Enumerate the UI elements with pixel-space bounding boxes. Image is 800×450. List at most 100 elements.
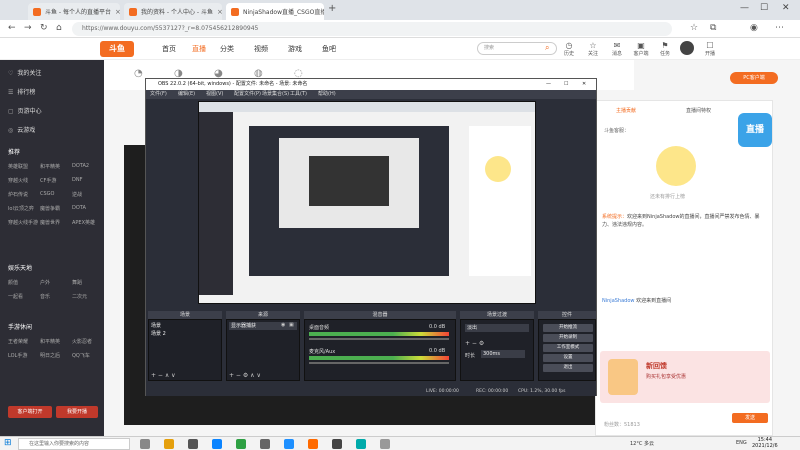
sidebar-category-item[interactable]: 魔兽世界 xyxy=(40,219,60,226)
send-button[interactable]: 发送 xyxy=(732,413,768,423)
app-icon[interactable] xyxy=(308,439,318,449)
edge-browser-icon[interactable] xyxy=(212,439,222,449)
volume-slider[interactable] xyxy=(309,338,449,340)
sidebar-category-item[interactable]: CF手游 xyxy=(40,177,56,184)
sidebar-category-item[interactable]: 一起看 xyxy=(8,293,23,300)
obs-menu-item[interactable]: 编辑(E) xyxy=(178,90,195,99)
sidebar-category-item[interactable]: 和平精英 xyxy=(40,338,60,345)
collections-icon[interactable]: ⧉ xyxy=(710,23,716,33)
sidebar-category-item[interactable]: DOTA2 xyxy=(72,163,89,169)
sidebar-category-item[interactable]: 穿越火线手游 xyxy=(8,219,38,226)
header-task[interactable]: ⚑ 任务 xyxy=(654,41,676,57)
app-icon[interactable] xyxy=(284,439,294,449)
transition-controls[interactable]: + − ⚙ xyxy=(465,340,484,347)
volume-slider[interactable] xyxy=(309,362,449,364)
nav-category[interactable]: 分类 xyxy=(220,44,234,54)
start-streaming-button[interactable]: 开始推流 xyxy=(543,324,593,332)
task-view-icon[interactable] xyxy=(140,439,150,449)
sidebar-category-item[interactable]: 逆战 xyxy=(72,191,82,198)
transition-select[interactable]: 淡出 xyxy=(465,324,529,332)
sidebar-category-item[interactable]: 和平精英 xyxy=(40,163,60,170)
obs-preview-canvas[interactable] xyxy=(198,101,536,304)
promo-banner[interactable]: 新回馈 购买礼包享受优惠 xyxy=(600,351,770,403)
browser-tab[interactable]: 斗鱼 - 每个人的直播平台 × xyxy=(28,3,120,20)
sidebar-category-item[interactable]: APEX英雄 xyxy=(72,219,95,226)
sidebar-category-item[interactable]: lol云顶之弈 xyxy=(8,205,34,212)
sidebar-category-item[interactable]: 穿越火线 xyxy=(8,177,28,184)
sidebar-category-item[interactable]: 明日之后 xyxy=(40,352,60,359)
lock-icon[interactable]: ▣ xyxy=(289,322,294,328)
sidebar-category-item[interactable]: LOL手游 xyxy=(8,352,27,359)
language-indicator[interactable]: ENG xyxy=(736,440,747,446)
taskbar-search-input[interactable]: 在这里输入你要搜索的内容 xyxy=(18,438,130,450)
close-icon[interactable]: × xyxy=(111,8,120,16)
header-client[interactable]: ▣ 客户端 xyxy=(630,41,652,57)
nav-yuba[interactable]: 鱼吧 xyxy=(322,44,336,54)
browser-tab[interactable]: 我的资料 - 个人中心 - 斗鱼 × xyxy=(124,3,222,20)
clock[interactable]: 15:44 2021/12/6 xyxy=(752,437,778,449)
sidebar-category-item[interactable]: CSGO xyxy=(40,191,54,197)
sidebar-category-item[interactable]: 舞蹈 xyxy=(72,279,82,286)
obs-menu-item[interactable]: 帮助(H) xyxy=(318,90,336,99)
scene-controls[interactable]: + − ∧ ∨ xyxy=(151,372,176,379)
settings-button[interactable]: 设置 xyxy=(543,354,593,362)
app-icon[interactable] xyxy=(332,439,342,449)
sidebar-category-item[interactable]: QQ飞车 xyxy=(72,352,90,359)
forward-icon[interactable]: → xyxy=(24,23,32,33)
minimize-icon[interactable]: — xyxy=(740,3,749,13)
minimize-icon[interactable]: — xyxy=(546,79,551,90)
sidebar-category-item[interactable]: 炉石传说 xyxy=(8,191,28,198)
home-icon[interactable]: ⌂ xyxy=(56,23,62,33)
file-explorer-icon[interactable] xyxy=(164,439,174,449)
douyu-logo[interactable]: 斗鱼 xyxy=(100,41,134,57)
sidebar-category-item[interactable]: 英雄联盟 xyxy=(8,163,28,170)
search-icon[interactable]: ⌕ xyxy=(545,43,549,53)
category-icon[interactable]: ◔ xyxy=(134,68,143,79)
app-icon[interactable] xyxy=(236,439,246,449)
maximize-icon[interactable]: ☐ xyxy=(564,79,568,90)
start-broadcast-button[interactable]: 我要开播 xyxy=(56,406,98,418)
new-tab-button[interactable]: + xyxy=(328,3,336,14)
more-icon[interactable]: ⋯ xyxy=(775,23,784,33)
sidebar-item-cloudgame[interactable]: ◎ 云游戏 xyxy=(8,125,35,134)
maximize-icon[interactable]: ☐ xyxy=(760,3,768,13)
eye-icon[interactable]: ◉ xyxy=(281,322,285,328)
sidebar-category-item[interactable]: 火影忍者 xyxy=(72,338,92,345)
sidebar-category-item[interactable]: DOTA xyxy=(72,205,86,211)
floating-logo[interactable]: 直播 xyxy=(738,113,772,147)
back-icon[interactable]: ← xyxy=(8,23,16,33)
weather[interactable]: 12°C 多云 xyxy=(630,440,654,447)
obs-menu-item[interactable]: 文件(F) xyxy=(150,90,167,99)
sidebar-item-rank[interactable]: ☰ 排行榜 xyxy=(8,87,35,96)
nav-video[interactable]: 视频 xyxy=(254,44,268,54)
header-message[interactable]: ✉ 消息 xyxy=(606,41,628,57)
app-icon[interactable] xyxy=(188,439,198,449)
sidebar-category-item[interactable]: 音乐 xyxy=(40,293,50,300)
open-client-button[interactable]: 客户端打开 xyxy=(8,406,52,418)
sidebar-item-webgame[interactable]: ▢ 页游中心 xyxy=(8,106,42,115)
header-follow[interactable]: ☆ 关注 xyxy=(582,41,604,57)
obs-taskbar-icon[interactable] xyxy=(260,439,270,449)
close-icon[interactable]: ✕ xyxy=(582,79,586,90)
source-controls[interactable]: + − ⚙ ∧ ∨ xyxy=(229,372,261,379)
sidebar-category-item[interactable]: 颜值 xyxy=(8,279,18,286)
tab-contribution[interactable]: 主播贡献 xyxy=(616,107,636,114)
scene-item[interactable]: 场景 2 xyxy=(151,330,219,337)
start-recording-button[interactable]: 开始录制 xyxy=(543,334,593,342)
windows-start-icon[interactable]: ⊞ xyxy=(4,438,12,448)
obs-menu-item[interactable]: 工具(T) xyxy=(290,90,307,99)
app-icon[interactable] xyxy=(380,439,390,449)
header-history[interactable]: ◷ 历史 xyxy=(558,41,580,57)
sidebar-category-item[interactable]: 二次元 xyxy=(72,293,87,300)
close-window-icon[interactable]: ✕ xyxy=(782,3,790,13)
duration-input[interactable]: 300ms xyxy=(481,350,525,358)
nav-live[interactable]: 直播 xyxy=(192,44,206,54)
sidebar-category-item[interactable]: 魔兽争霸 xyxy=(40,205,60,212)
browser-tab-active[interactable]: NinjaShadow直播_CSGO直播_... × xyxy=(226,3,324,20)
url-field[interactable]: https://www.douyu.com/5537127?_r=8.07545… xyxy=(72,22,672,36)
tab-privilege[interactable]: 直播间特权 xyxy=(686,107,711,114)
source-item[interactable]: 显示器捕获 xyxy=(229,322,297,330)
close-icon[interactable]: × xyxy=(213,8,222,16)
nav-game[interactable]: 游戏 xyxy=(288,44,302,54)
profile-icon[interactable]: ◉ xyxy=(750,23,758,33)
